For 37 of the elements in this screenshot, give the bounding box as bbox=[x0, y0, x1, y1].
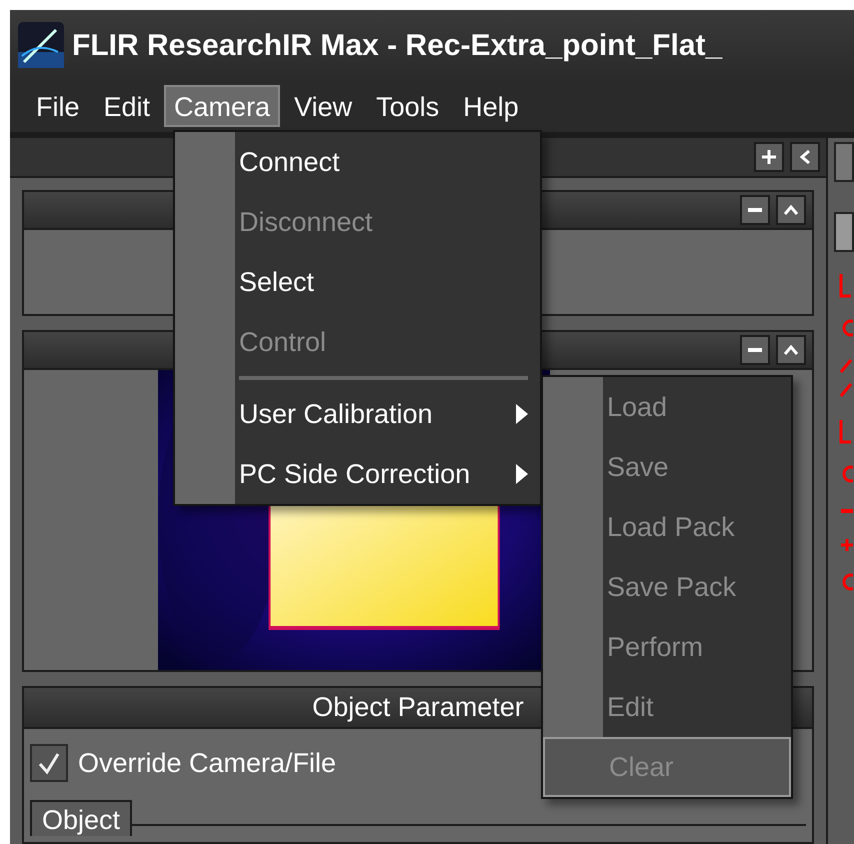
minimize-icon bbox=[748, 348, 762, 352]
marker-icon bbox=[839, 272, 853, 298]
menu-item[interactable]: User Calibration bbox=[175, 384, 540, 444]
add-button[interactable] bbox=[754, 142, 784, 172]
collapse-button[interactable] bbox=[790, 142, 820, 172]
side-tab[interactable] bbox=[834, 142, 854, 182]
menu-bar-item[interactable]: Camera bbox=[164, 85, 280, 127]
submenu-arrow-icon bbox=[516, 404, 528, 424]
group-tab[interactable]: Object bbox=[30, 800, 132, 836]
menu-bar-item[interactable]: View bbox=[284, 85, 362, 127]
minimize-icon bbox=[748, 208, 762, 212]
side-tab[interactable] bbox=[834, 212, 854, 252]
menu-item[interactable]: Select bbox=[175, 252, 540, 312]
panel-title: Object Parameter bbox=[312, 691, 524, 724]
checkmark-icon bbox=[37, 751, 61, 776]
marker-icon bbox=[839, 358, 853, 398]
marker-icon bbox=[839, 538, 853, 552]
checkbox-label: Override Camera/File bbox=[78, 747, 336, 780]
menu-bar-item[interactable]: Edit bbox=[94, 85, 160, 127]
window-title: FLIR ResearchIR Max - Rec-Extra_point_Flat_ bbox=[72, 28, 722, 64]
minimize-button[interactable] bbox=[740, 195, 770, 225]
app-logo-icon bbox=[18, 22, 64, 68]
minimize-button[interactable] bbox=[740, 335, 770, 365]
chevron-up-icon bbox=[784, 345, 798, 355]
checkbox[interactable] bbox=[30, 744, 68, 782]
chevron-left-icon bbox=[800, 150, 810, 164]
menu-bar-item[interactable]: Tools bbox=[366, 85, 450, 127]
menu-bar-item[interactable]: Help bbox=[453, 85, 529, 127]
menu-bar-item[interactable]: File bbox=[26, 85, 90, 127]
menu-item[interactable]: Connect bbox=[175, 132, 540, 192]
submenu-arrow-icon bbox=[516, 464, 528, 484]
collapse-button[interactable] bbox=[776, 195, 806, 225]
menu-item[interactable]: PC Side Correction bbox=[175, 444, 540, 504]
marker-icon bbox=[839, 418, 853, 444]
chevron-up-icon bbox=[784, 205, 798, 215]
collapse-button[interactable] bbox=[776, 335, 806, 365]
plus-icon bbox=[762, 150, 776, 164]
